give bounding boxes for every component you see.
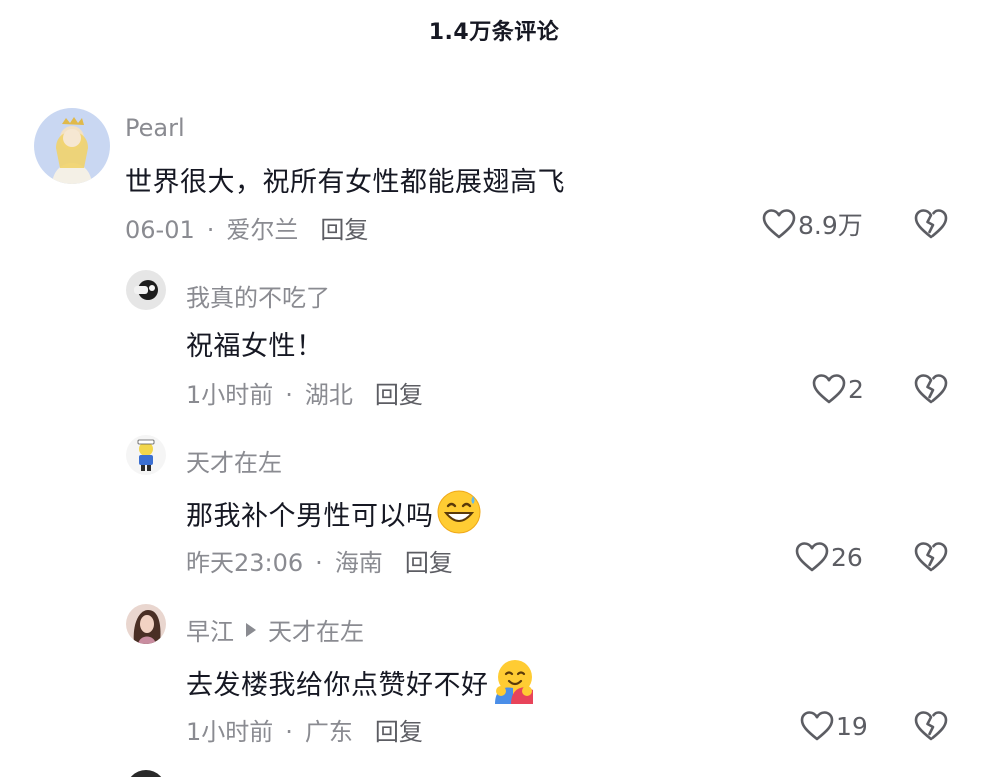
broken-heart-icon: [914, 374, 948, 404]
comment-location: 湖北: [304, 381, 353, 409]
heart-icon: [812, 374, 846, 404]
dislike-button[interactable]: [913, 369, 949, 409]
comment-author: 早江 天才在左: [186, 612, 364, 647]
comment-author[interactable]: 我真的不吃了: [186, 278, 330, 313]
reply-button[interactable]: 回复: [375, 718, 423, 746]
comment-text-content: 那我补个男性可以吗: [186, 501, 434, 532]
avatar[interactable]: [126, 270, 166, 310]
comment-meta: 1小时前 · 湖北 回复: [186, 375, 423, 410]
like-button[interactable]: 8.9万: [762, 204, 863, 244]
avatar[interactable]: [126, 435, 166, 475]
avatar[interactable]: [34, 108, 110, 184]
portrait-avatar-icon: [126, 604, 166, 644]
reply-button[interactable]: 回复: [320, 216, 368, 244]
illustrated-character-avatar-icon: [34, 108, 110, 184]
comment-count-title: 1.4万条评论: [428, 20, 560, 45]
dislike-button[interactable]: [913, 706, 949, 746]
reply-button[interactable]: 回复: [405, 549, 453, 577]
reply-button[interactable]: 回复: [375, 381, 423, 409]
comment-meta: 昨天23:06 · 海南 回复: [186, 543, 453, 578]
heart-icon: [800, 711, 834, 741]
comment-date: 1小时前: [186, 718, 274, 746]
comment-meta: 1小时前 · 广东 回复: [186, 712, 423, 747]
separator-dot: ·: [285, 381, 293, 409]
next-comment-avatar[interactable]: [126, 770, 166, 777]
separator-dot: ·: [285, 718, 293, 746]
like-button[interactable]: 2: [812, 369, 864, 409]
avatar[interactable]: [126, 604, 166, 644]
comment-date: 06-01: [125, 216, 195, 244]
dislike-button[interactable]: [913, 537, 949, 577]
reply-arrow-icon: [246, 623, 256, 637]
reply-author-name[interactable]: 早江: [186, 618, 234, 646]
dislike-button[interactable]: [913, 204, 949, 244]
like-button[interactable]: 19: [800, 706, 868, 746]
cartoon-character-avatar-icon: [126, 435, 166, 475]
like-button[interactable]: 26: [795, 537, 863, 577]
comment-text: 祝福女性！: [186, 331, 324, 362]
comment-location: 广东: [304, 718, 353, 746]
separator-dot: ·: [315, 549, 323, 577]
broken-heart-icon: [914, 711, 948, 741]
comment-location: 海南: [334, 549, 383, 577]
comment-meta: 06-01 · 爱尔兰 回复: [125, 210, 368, 245]
comment-text: 那我补个男性可以吗: [186, 489, 482, 542]
comment-author[interactable]: Pearl: [125, 114, 185, 142]
heart-icon: [795, 542, 829, 572]
comment-text-content: 去发楼我给你点赞好不好: [186, 670, 489, 701]
separator-dot: ·: [206, 216, 215, 244]
comment-text: 去发楼我给你点赞好不好: [186, 658, 537, 711]
photo-avatar-icon: [126, 270, 166, 310]
like-count: 19: [836, 711, 868, 741]
comment-date: 昨天23:06: [186, 549, 304, 577]
broken-heart-icon: [914, 542, 948, 572]
heart-icon: [762, 209, 796, 239]
comments-panel: 1.4万条评论 Pearl 世界很大，祝所有女性都能展翅高飞 06-01 · 爱尔兰…: [0, 0, 988, 777]
broken-heart-icon: [914, 209, 948, 239]
like-count: 2: [848, 374, 864, 404]
like-count: 26: [831, 542, 863, 572]
hugging-emoji-icon: [491, 658, 537, 711]
grinning-sweat-emoji-icon: [436, 489, 482, 542]
comment-date: 1小时前: [186, 381, 274, 409]
like-count: 8.9万: [798, 211, 863, 240]
comment-location: 爱尔兰: [226, 216, 299, 244]
comment-text: 世界很大，祝所有女性都能展翅高飞: [125, 167, 565, 198]
reply-target-name[interactable]: 天才在左: [268, 618, 364, 646]
comment-author[interactable]: 天才在左: [186, 443, 282, 478]
